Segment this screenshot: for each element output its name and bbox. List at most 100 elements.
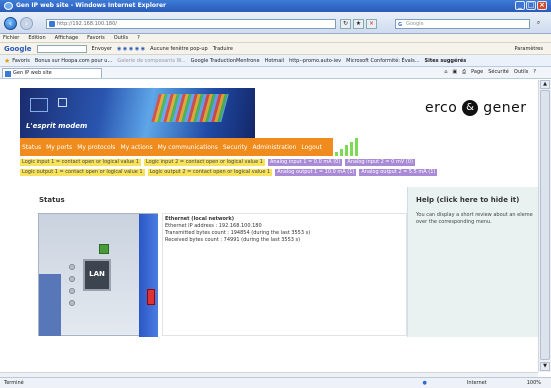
command-bar: ⌂ ▣ ⎙ Page Sécurité Outils ? xyxy=(444,69,541,75)
search-input[interactable]: G Google xyxy=(395,19,530,29)
scroll-down-icon[interactable]: ▼ xyxy=(540,362,550,371)
nav-my-protocols[interactable]: My protocols xyxy=(77,144,115,151)
help-text: You can display a short review about an … xyxy=(416,212,533,225)
home-icon[interactable]: ⌂ xyxy=(444,69,447,75)
internet-zone-icon: ● xyxy=(422,380,427,386)
window-titlebar: Gen IP web site - Windows Internet Explo… xyxy=(0,0,551,12)
banner-stripes-graphic xyxy=(151,94,229,122)
back-button[interactable]: ‹ xyxy=(4,17,17,30)
menu-bar: Fichier Edition Affichage Favoris Outils… xyxy=(0,34,551,43)
minimize-button[interactable]: _ xyxy=(515,1,525,10)
inputs-row: Logic input 1 = contact open or logical … xyxy=(20,158,529,166)
favorites-add-button[interactable]: ★ xyxy=(353,19,364,29)
nav-my-ports[interactable]: My ports xyxy=(46,144,72,151)
status-text: Terminé xyxy=(4,380,24,386)
page-menu[interactable]: Page xyxy=(471,69,483,75)
forward-button[interactable]: › xyxy=(20,17,33,30)
analog-input-1: Analog input 1 = 0.0 mA (0) xyxy=(267,158,343,166)
analog-output-2: Analog output 2 = 5.5 mA (1) xyxy=(359,168,438,176)
tab-bar: Gen IP web site ⌂ ▣ ⎙ Page Sécurité Outi… xyxy=(0,67,551,79)
help-panel: Help (click here to hide it) You can dis… xyxy=(407,187,538,337)
device-led-3 xyxy=(69,288,75,294)
tab-favicon-icon xyxy=(5,71,11,77)
help-toggle[interactable]: Help (click here to hide it) xyxy=(416,196,519,204)
toolbar-icons-group[interactable]: ◉ ◉ ◉ ◉ ◉ xyxy=(117,46,145,52)
menu-favoris[interactable]: Favoris xyxy=(87,35,105,41)
nav-my-actions[interactable]: My actions xyxy=(120,144,152,151)
zoom-level[interactable]: 100% xyxy=(527,380,541,386)
analog-input-2: Analog input 2 = 0 mV (0) xyxy=(345,158,415,166)
menu-fichier[interactable]: Fichier xyxy=(3,35,19,41)
favorites-star-icon: ★ xyxy=(4,56,11,65)
maximize-button[interactable]: □ xyxy=(526,1,536,10)
favorite-link-4[interactable]: Hotmail xyxy=(265,58,285,64)
outputs-row: Logic output 1 = contact open or logical… xyxy=(20,168,529,176)
network-title: Ethernet (local network) xyxy=(165,216,235,222)
suggested-sites-link[interactable]: Sites suggérés xyxy=(425,58,467,64)
device-led-4 xyxy=(69,300,75,306)
favorite-link-6[interactable]: Microsoft Conformité: Évals... xyxy=(346,58,419,64)
print-icon[interactable]: ⎙ xyxy=(462,69,466,75)
status-panel: Status LAN Ethernet (local network) Ethe… xyxy=(34,196,407,337)
search-placeholder: Google xyxy=(406,21,424,27)
signal-strength-icon xyxy=(335,138,360,156)
page-favicon-icon xyxy=(49,21,55,27)
device-led-1 xyxy=(69,264,75,270)
logic-input-1: Logic input 1 = contact open or logical … xyxy=(20,158,141,166)
translate-button[interactable]: Traduire xyxy=(213,46,233,52)
security-zone: Internet xyxy=(466,380,487,386)
google-toolbar-search[interactable] xyxy=(36,44,87,53)
popup-blocker-button[interactable]: Aucune fenêtre pop-up xyxy=(150,46,208,52)
favorite-link-2[interactable]: Galerie de composants W... xyxy=(117,58,185,64)
close-button[interactable]: × xyxy=(537,1,547,10)
logo-right: gener xyxy=(483,100,527,116)
nav-status[interactable]: Status xyxy=(22,144,41,151)
logic-input-2: Logic input 2 = contact open or logical … xyxy=(143,158,265,166)
banner-tagline: L'esprit modem xyxy=(26,122,88,130)
google-params-button[interactable]: Paramètres xyxy=(514,46,543,52)
logic-output-2: Logic output 2 = contact open or logical… xyxy=(147,168,273,176)
device-blue-rail xyxy=(139,214,158,337)
url-input[interactable]: http://192.168.100.180/ xyxy=(46,19,336,29)
ie-logo-icon xyxy=(4,2,13,10)
device-red-switch xyxy=(147,289,155,305)
search-go-icon[interactable]: ⌕ xyxy=(533,19,544,29)
nav-bar: Status My ports My protocols My actions … xyxy=(20,138,333,156)
browser-statusbar: Terminé ● Internet 100% xyxy=(0,377,551,388)
analog-output-1: Analog output 1 = 10.0 mA (1) xyxy=(275,168,357,176)
favorite-link-3[interactable]: Google TraductionMenfrone xyxy=(191,58,260,64)
feeds-icon[interactable]: ▣ xyxy=(452,69,457,75)
menu-outils[interactable]: Outils xyxy=(114,35,128,41)
nav-administration[interactable]: Administration xyxy=(252,144,296,151)
vertical-scrollbar[interactable]: ▲ ▼ xyxy=(538,80,551,372)
scroll-up-icon[interactable]: ▲ xyxy=(540,80,550,89)
menu-help[interactable]: ? xyxy=(137,35,140,41)
favorite-link-1[interactable]: Bonus sur Hoopa.com pour u... xyxy=(35,58,112,64)
menu-edition[interactable]: Edition xyxy=(28,35,45,41)
browser-tab[interactable]: Gen IP web site xyxy=(2,68,102,78)
logo-amp: & xyxy=(462,100,479,116)
banner-hexagon-graphic xyxy=(30,98,48,112)
google-toolbar-brand[interactable]: Google xyxy=(4,45,32,53)
lan-port: LAN xyxy=(83,259,111,291)
favorites-bar: ★ Favoris Bonus sur Hoopa.com pour u... … xyxy=(0,55,551,67)
favorites-button[interactable]: Favoris xyxy=(12,58,30,64)
favorite-link-5[interactable]: http--promo.auto-iev xyxy=(289,58,341,64)
google-send-button[interactable]: Envoyer xyxy=(92,46,112,52)
device-photo: LAN xyxy=(38,213,158,337)
nav-my-communications[interactable]: My communications xyxy=(158,144,218,151)
security-menu[interactable]: Sécurité xyxy=(488,69,509,75)
nav-logout[interactable]: Logout xyxy=(301,144,322,151)
nav-security[interactable]: Security xyxy=(223,144,248,151)
tools-menu[interactable]: Outils xyxy=(514,69,528,75)
window-title: Gen IP web site - Windows Internet Explo… xyxy=(16,2,166,9)
stop-button[interactable]: × xyxy=(366,19,377,29)
site-banner: L'esprit modem erco & gener xyxy=(20,88,529,138)
address-bar: ‹ › http://192.168.100.180/ ↻ ★ × G Goog… xyxy=(0,12,551,34)
google-toolbar: Google Envoyer ◉ ◉ ◉ ◉ ◉ Aucune fenêtre … xyxy=(0,43,551,55)
scroll-thumb[interactable] xyxy=(540,90,550,360)
menu-affichage[interactable]: Affichage xyxy=(55,35,79,41)
logic-output-1: Logic output 1 = contact open or logical… xyxy=(20,168,145,176)
help-icon[interactable]: ? xyxy=(533,69,536,75)
refresh-button[interactable]: ↻ xyxy=(340,19,351,29)
